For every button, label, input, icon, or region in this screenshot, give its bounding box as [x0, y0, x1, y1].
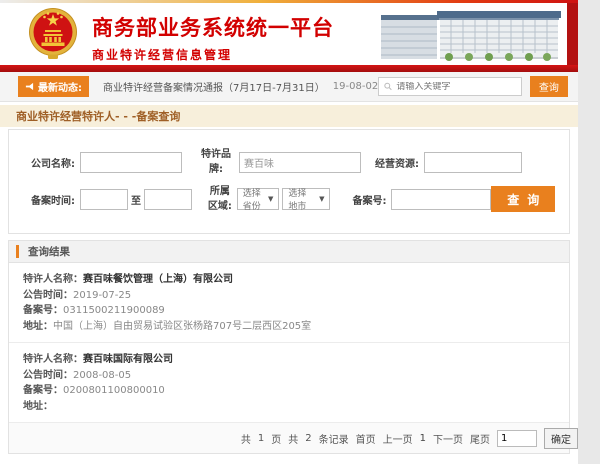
- franchisor-name-label: 特许人名称：: [23, 274, 83, 285]
- pagination-bar: 共 1 页 共 2 条记录 首页 上一页 1 下一页 尾页 确定: [9, 423, 569, 453]
- record-no-value: 0311500211900089: [63, 305, 165, 316]
- query-form: 公司名称: 特许品牌: 经营资源: 备案时间: 至 所属区域: 选择省份 ▼ 选…: [8, 129, 570, 234]
- resource-input[interactable]: [424, 152, 522, 173]
- address-label: 地址：: [23, 321, 53, 332]
- results-accent-bar: [16, 245, 19, 258]
- city-select-value: 选择地市: [288, 186, 315, 212]
- result-record-row: 备案号：0200801100800010: [23, 384, 555, 398]
- province-select[interactable]: 选择省份 ▼: [237, 188, 280, 210]
- header-red-bar: [0, 65, 578, 72]
- first-page-link[interactable]: 首页: [356, 431, 376, 446]
- chevron-down-icon: ▼: [268, 195, 273, 203]
- franchisor-name-label: 特许人名称：: [23, 354, 83, 365]
- result-address-row: 地址：: [23, 400, 555, 414]
- result-name-row: 特许人名称：赛百味国际有限公司: [23, 353, 555, 367]
- section-title: 商业特许经营特许人- - -备案查询: [16, 108, 180, 124]
- record-no-label: 备案号：: [23, 385, 63, 396]
- last-page-link[interactable]: 尾页: [470, 431, 490, 446]
- company-name-input[interactable]: [80, 152, 182, 173]
- header-red-strip: [567, 3, 578, 65]
- results-title: 查询结果: [28, 244, 70, 259]
- news-date: 19-08-02: [333, 81, 378, 92]
- current-page-link[interactable]: 1: [420, 433, 426, 444]
- goto-page-confirm-button[interactable]: 确定: [544, 428, 578, 449]
- total-records-prefix: 共: [288, 431, 298, 446]
- chevron-down-icon: ▼: [319, 195, 324, 203]
- city-select[interactable]: 选择地市 ▼: [282, 188, 330, 210]
- keyword-search-button[interactable]: 查询: [530, 76, 568, 97]
- franchisor-name-link[interactable]: 赛百味餐饮管理（上海）有限公司: [83, 274, 233, 285]
- total-pages-value: 1: [258, 433, 264, 444]
- mofcom-building-image: [381, 3, 564, 65]
- page: 商务部业务系统统一平台 商业特许经营信息管理: [0, 0, 578, 464]
- result-item: 特许人名称：赛百味餐饮管理（上海）有限公司 公告时间：2019-07-25 备案…: [9, 263, 569, 343]
- announce-date-value: 2019-07-25: [73, 290, 131, 301]
- record-time-to-label: 至: [131, 192, 141, 207]
- record-no-label: 备案号:: [352, 192, 386, 207]
- result-date-row: 公告时间：2008-08-05: [23, 369, 555, 383]
- announce-date-label: 公告时间：: [23, 370, 73, 381]
- page-subtitle: 商业特许经营信息管理: [92, 46, 334, 63]
- address-label: 地址：: [23, 401, 53, 412]
- province-select-value: 选择省份: [243, 186, 264, 212]
- news-headline-link[interactable]: 商业特许经营备案情况通报（7月17日-7月31日）: [103, 79, 325, 94]
- result-address-row: 地址：中国（上海）自由贸易试验区张杨路707号二层西区205室: [23, 320, 555, 334]
- page-title: 商务部业务系统统一平台: [92, 12, 334, 42]
- address-value: 中国（上海）自由贸易试验区张杨路707号二层西区205室: [53, 321, 311, 332]
- next-page-link[interactable]: 下一页: [433, 431, 463, 446]
- record-no-label: 备案号：: [23, 305, 63, 316]
- record-time-to-input[interactable]: [144, 189, 192, 210]
- result-name-row: 特许人名称：赛百味餐饮管理（上海）有限公司: [23, 273, 555, 287]
- result-record-row: 备案号：0311500211900089: [23, 304, 555, 318]
- record-no-value: 0200801100800010: [63, 385, 165, 396]
- franchisor-name-link[interactable]: 赛百味国际有限公司: [83, 354, 173, 365]
- records-unit: 条记录: [319, 431, 349, 446]
- keyword-search-input[interactable]: [396, 82, 515, 92]
- latest-news-badge-label: 最新动态:: [38, 79, 82, 94]
- section-title-bar: 商业特许经营特许人- - -备案查询: [0, 105, 578, 127]
- result-date-row: 公告时间：2019-07-25: [23, 289, 555, 303]
- region-label: 所属区域:: [206, 184, 234, 214]
- prev-page-link[interactable]: 上一页: [383, 431, 413, 446]
- search-icon: [384, 82, 392, 91]
- header-titles: 商务部业务系统统一平台 商业特许经营信息管理: [92, 12, 334, 63]
- megaphone-icon: [25, 82, 34, 91]
- brand-label: 特许品牌:: [196, 147, 236, 177]
- total-records-value: 2: [305, 433, 311, 444]
- results-panel: 查询结果 特许人名称：赛百味餐饮管理（上海）有限公司 公告时间：2019-07-…: [8, 240, 570, 454]
- latest-news-badge: 最新动态:: [18, 76, 89, 97]
- announce-date-label: 公告时间：: [23, 290, 73, 301]
- record-time-label: 备案时间:: [31, 192, 75, 207]
- form-row-2: 备案时间: 至 所属区域: 选择省份 ▼ 选择地市 ▼ 备案号: 查询: [19, 184, 559, 214]
- form-row-1: 公司名称: 特许品牌: 经营资源:: [19, 147, 559, 177]
- news-bar: 最新动态: 商业特许经营备案情况通报（7月17日-7月31日） 19-08-02…: [0, 72, 578, 102]
- pages-unit: 页: [271, 431, 281, 446]
- national-emblem-logo: [28, 7, 78, 61]
- keyword-search-box: [378, 77, 522, 96]
- company-name-label: 公司名称:: [31, 155, 75, 170]
- site-header: 商务部业务系统统一平台 商业特许经营信息管理: [0, 3, 578, 65]
- record-no-input[interactable]: [391, 189, 491, 210]
- total-pages-prefix: 共: [241, 431, 251, 446]
- record-time-from-input[interactable]: [80, 189, 128, 210]
- announce-date-value: 2008-08-05: [73, 370, 131, 381]
- goto-page-input[interactable]: [497, 430, 537, 447]
- results-header: 查询结果: [9, 241, 569, 263]
- query-submit-button[interactable]: 查询: [491, 186, 555, 212]
- result-item: 特许人名称：赛百味国际有限公司 公告时间：2008-08-05 备案号：0200…: [9, 343, 569, 423]
- brand-input[interactable]: [239, 152, 361, 173]
- resource-label: 经营资源:: [375, 155, 419, 170]
